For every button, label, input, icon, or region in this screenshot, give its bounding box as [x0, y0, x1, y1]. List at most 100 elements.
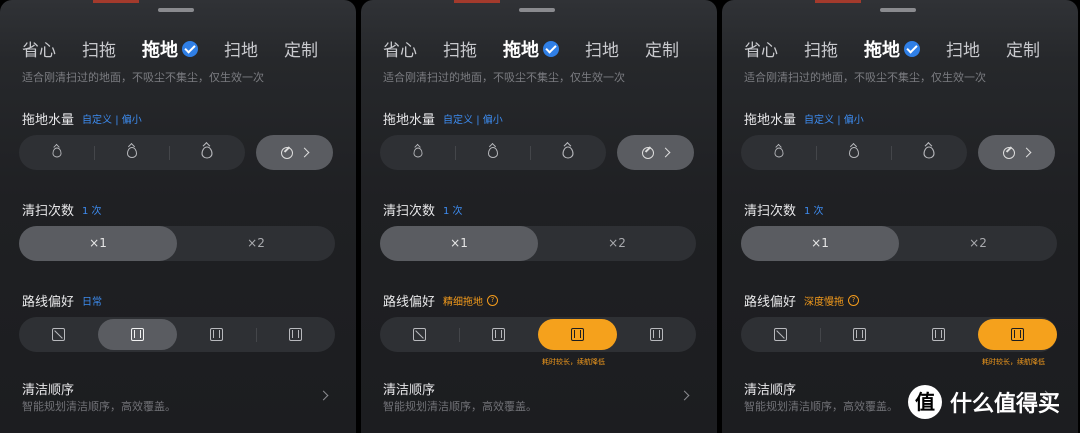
route-label: 路线偏好 [744, 295, 797, 310]
tab-3[interactable]: 扫地 [946, 36, 1006, 62]
divider [256, 328, 257, 342]
route-option[interactable] [538, 319, 617, 350]
route-option[interactable] [617, 319, 696, 350]
low-water-icon [413, 147, 422, 158]
medium-water-icon [126, 147, 137, 158]
route-option[interactable] [820, 319, 899, 350]
route-hint: 耗时较长，续航降低 [982, 358, 1045, 366]
water-level-option[interactable] [741, 135, 816, 170]
fine-route-icon [932, 328, 945, 341]
times-option[interactable]: ×2 [899, 226, 1057, 261]
water-value[interactable]: 自定义 | 偏小 [804, 111, 864, 126]
fine-route-icon [571, 328, 584, 341]
tab-label: 拖地 [864, 40, 900, 61]
water-level-option[interactable] [891, 135, 966, 170]
high-water-icon [923, 146, 934, 159]
drag-handle[interactable] [880, 8, 916, 12]
water-level-selector [380, 135, 606, 170]
help-icon[interactable]: ? [848, 295, 860, 306]
times-label: 清扫次数 [383, 204, 436, 219]
tab-1[interactable]: 扫拖 [443, 36, 503, 62]
settings-panel: 省心 扫拖 拖地 扫地 定制适合刚清扫过的地面，不吸尘不集尘，仅生效一次拖地水量 自定义 … [361, 0, 717, 433]
tab-4[interactable]: 定制 [1006, 36, 1066, 62]
water-level-option[interactable] [94, 135, 169, 170]
tab-1[interactable]: 扫拖 [804, 36, 864, 62]
times-title: 清扫次数 1 次 [22, 200, 102, 219]
low-water-icon [52, 147, 61, 158]
water-level-option[interactable] [169, 135, 244, 170]
custom-water-button[interactable] [617, 135, 694, 170]
water-level-option[interactable] [455, 135, 530, 170]
water-level-option[interactable] [19, 135, 94, 170]
times-option[interactable]: ×1 [380, 226, 538, 261]
tab-4[interactable]: 定制 [284, 36, 344, 62]
mode-description: 适合刚清扫过的地面，不吸尘不集尘，仅生效一次 [22, 71, 264, 84]
divider [820, 328, 821, 342]
chevron-right-icon [299, 147, 310, 158]
route-title: 路线偏好 精细拖地? [383, 291, 499, 310]
drag-handle[interactable] [158, 8, 194, 12]
watermark: 值 什么值得买 [908, 385, 1060, 419]
route-option[interactable] [459, 319, 538, 350]
order-title: 清洁顺序 [744, 383, 797, 398]
route-selector [741, 317, 1057, 352]
route-value: 日常 [82, 297, 103, 308]
route-option[interactable] [741, 319, 820, 350]
water-title: 拖地水量 自定义 | 偏小 [383, 109, 503, 128]
tab-0[interactable]: 省心 [22, 36, 82, 62]
help-icon[interactable]: ? [487, 295, 499, 306]
high-water-icon [562, 146, 573, 159]
route-option[interactable] [98, 319, 177, 350]
route-option[interactable] [256, 319, 335, 350]
route-option[interactable] [19, 319, 98, 350]
tab-label: 省心 [744, 41, 778, 61]
route-option[interactable] [978, 319, 1057, 350]
times-label: 清扫次数 [744, 204, 797, 219]
water-level-option[interactable] [816, 135, 891, 170]
times-title: 清扫次数 1 次 [383, 200, 463, 219]
custom-water-button[interactable] [978, 135, 1055, 170]
divider [459, 328, 460, 342]
times-option[interactable]: ×1 [19, 226, 177, 261]
route-title: 路线偏好 深度慢拖? [744, 291, 860, 310]
tab-3[interactable]: 扫地 [585, 36, 645, 62]
route-value: 深度慢拖 [804, 297, 845, 308]
water-level-option[interactable] [380, 135, 455, 170]
route-option[interactable] [177, 319, 256, 350]
high-water-icon [201, 146, 212, 159]
times-option[interactable]: ×2 [538, 226, 696, 261]
mode-description: 适合刚清扫过的地面，不吸尘不集尘，仅生效一次 [383, 71, 625, 84]
tab-2[interactable]: 拖地 [864, 36, 946, 62]
divider [455, 146, 456, 160]
order-title: 清洁顺序 [22, 383, 75, 398]
drag-handle[interactable] [519, 8, 555, 12]
tab-2[interactable]: 拖地 [503, 36, 585, 62]
route-option[interactable] [899, 319, 978, 350]
tab-label: 省心 [383, 41, 417, 61]
route-option[interactable] [380, 319, 459, 350]
mode-description: 适合刚清扫过的地面，不吸尘不集尘，仅生效一次 [744, 71, 986, 84]
water-level-selector [19, 135, 245, 170]
chevron-right-icon [679, 390, 690, 401]
times-option[interactable]: ×1 [741, 226, 899, 261]
tab-2[interactable]: 拖地 [142, 36, 224, 62]
standard-route-icon [492, 328, 505, 341]
diagonal-route-icon [413, 328, 426, 341]
times-option[interactable]: ×2 [177, 226, 335, 261]
order-description: 智能规划清洁顺序，高效覆盖。 [744, 400, 898, 413]
water-value[interactable]: 自定义 | 偏小 [443, 111, 503, 126]
tab-0[interactable]: 省心 [744, 36, 804, 62]
tab-0[interactable]: 省心 [383, 36, 443, 62]
status-indicator [454, 0, 500, 3]
water-level-option[interactable] [530, 135, 605, 170]
times-value: 1 次 [443, 206, 463, 217]
status-indicator [93, 0, 139, 3]
tab-label: 扫拖 [82, 41, 116, 61]
low-water-icon [774, 147, 783, 158]
tab-1[interactable]: 扫拖 [82, 36, 142, 62]
water-value[interactable]: 自定义 | 偏小 [82, 111, 142, 126]
custom-water-button[interactable] [256, 135, 333, 170]
check-icon [182, 41, 198, 57]
tab-4[interactable]: 定制 [645, 36, 705, 62]
tab-3[interactable]: 扫地 [224, 36, 284, 62]
